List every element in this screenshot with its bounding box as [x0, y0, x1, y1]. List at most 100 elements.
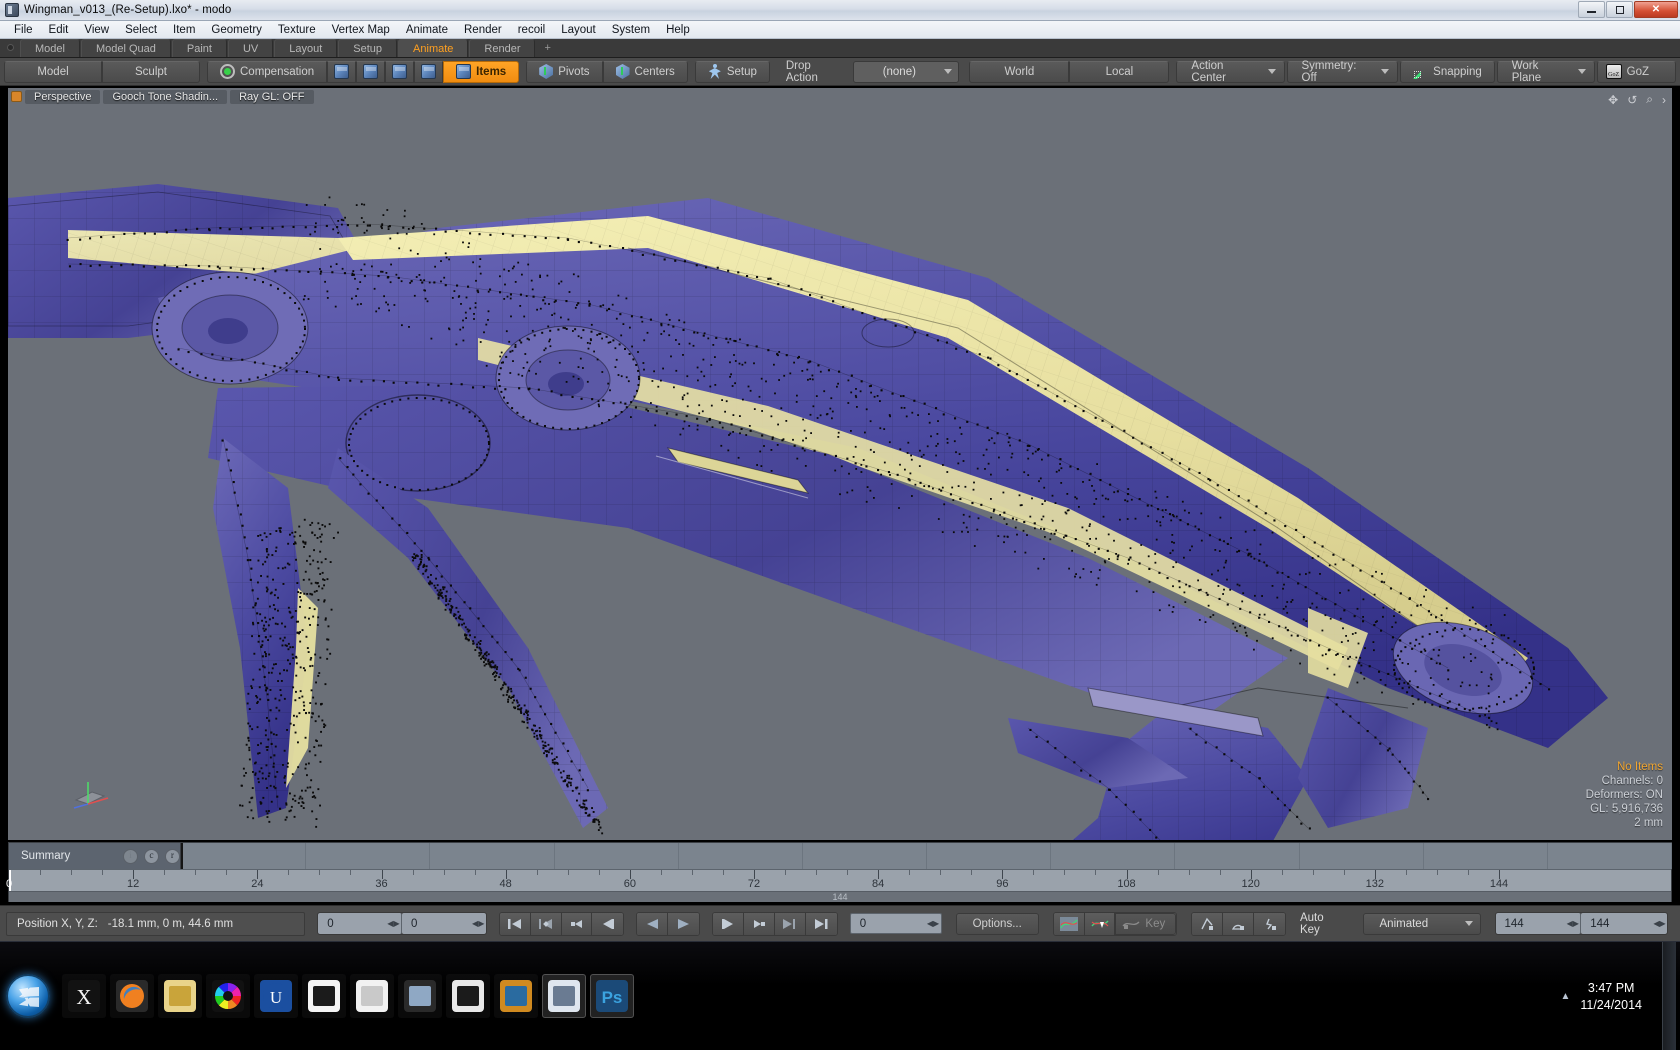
summary-c-button[interactable]: c	[144, 849, 159, 864]
vertices-mode-icon[interactable]	[327, 61, 356, 83]
timeline-playhead[interactable]	[181, 843, 183, 869]
options-button[interactable]: Options...	[956, 913, 1039, 935]
items-mode-button[interactable]: Items	[443, 61, 519, 83]
work-plane-dropdown[interactable]: Work Plane	[1497, 61, 1595, 83]
menu-item-animate[interactable]: Animate	[398, 23, 456, 37]
pivots-button[interactable]: Pivots	[526, 61, 602, 83]
image-viewer-icon[interactable]	[494, 974, 538, 1018]
photoshop-icon[interactable]: Ps	[590, 974, 634, 1018]
spinner-icon[interactable]: ◀▶	[386, 914, 401, 933]
layout-tab-setup[interactable]: Setup	[338, 39, 397, 57]
document-icon[interactable]	[350, 974, 394, 1018]
auto-key-label[interactable]: Auto Key	[1292, 912, 1355, 936]
menu-item-select[interactable]: Select	[117, 23, 165, 37]
add-layout-tab-button[interactable]: +	[536, 39, 558, 57]
zoom-view-icon[interactable]: ⌕	[1646, 92, 1653, 107]
maximize-button[interactable]	[1606, 1, 1633, 18]
set-key-icon[interactable]	[1085, 913, 1116, 935]
timeline-panel[interactable]: Summary i c r 12 24 36 48 60 72 84 96 108 120 132 1…	[8, 842, 1672, 902]
step-forward-key-icon[interactable]	[744, 913, 775, 935]
world-space-button[interactable]: World	[969, 61, 1069, 83]
centers-button[interactable]: Centers	[603, 61, 688, 83]
timeline-track[interactable]	[181, 843, 1671, 869]
timeline-summary-row[interactable]: Summary i c r	[9, 843, 181, 869]
play-forward-icon[interactable]	[668, 913, 699, 935]
menu-item-help[interactable]: Help	[658, 23, 698, 37]
modo-icon[interactable]	[542, 974, 586, 1018]
menu-item-recoil[interactable]: recoil	[510, 23, 553, 37]
menu-item-edit[interactable]: Edit	[41, 23, 77, 37]
close-button[interactable]: ✕	[1634, 1, 1678, 18]
model-mode-button[interactable]: Model	[4, 61, 102, 83]
frame-field-b[interactable]: 0 ◀▶	[402, 913, 486, 934]
step-back-frame-icon[interactable]	[592, 913, 623, 935]
previous-key-icon[interactable]	[531, 913, 562, 935]
compensation-button[interactable]: Compensation	[207, 61, 327, 83]
xnormal-icon[interactable]: X	[62, 974, 106, 1018]
menu-item-system[interactable]: System	[604, 23, 658, 37]
local-space-button[interactable]: Local	[1069, 61, 1169, 83]
spinner-icon[interactable]: ◀▶	[471, 914, 486, 933]
key-button[interactable]: Key	[1115, 913, 1176, 935]
go-to-start-icon[interactable]	[500, 913, 531, 935]
frame-field-c[interactable]: 0 ◀▶	[850, 913, 942, 934]
viewport-raygl-label[interactable]: Ray GL: OFF	[230, 90, 313, 104]
timeline-cursor[interactable]: 0	[9, 870, 11, 891]
summary-i-button[interactable]: i	[123, 849, 138, 864]
edges-mode-icon[interactable]	[356, 61, 385, 83]
minimize-button[interactable]	[1578, 1, 1605, 18]
polygons-mode-icon[interactable]	[385, 61, 414, 83]
layout-tab-animate[interactable]: Animate	[398, 39, 468, 57]
viewport-options-icon[interactable]	[11, 91, 22, 102]
timeline-ruler[interactable]: 12 24 36 48 60 72 84 96 108 120 132 144 0	[9, 869, 1671, 891]
snapping-button[interactable]: Snapping	[1400, 61, 1495, 83]
animated-dropdown[interactable]: Animated	[1363, 913, 1481, 935]
key-channels-icon[interactable]	[1192, 913, 1223, 935]
frame-field-a[interactable]: 0 ◀▶	[318, 913, 402, 934]
goz-button[interactable]: GoZ GoZ	[1597, 61, 1676, 83]
step-forward-frame-icon[interactable]	[713, 913, 744, 935]
firefox-icon[interactable]	[110, 974, 154, 1018]
move-view-icon[interactable]: ✥	[1608, 93, 1618, 107]
menu-item-file[interactable]: File	[6, 23, 41, 37]
menu-item-vertex-map[interactable]: Vertex Map	[324, 23, 398, 37]
drop-action-select[interactable]: (none)	[853, 61, 959, 83]
viewport-shading-label[interactable]: Gooch Tone Shadin...	[103, 90, 227, 104]
windows-explorer-icon[interactable]	[158, 974, 202, 1018]
graph-editor-icon[interactable]	[1054, 913, 1085, 935]
layout-tab-render[interactable]: Render	[469, 39, 535, 57]
key-envelope-icon[interactable]	[1223, 913, 1254, 935]
menu-item-render[interactable]: Render	[456, 23, 510, 37]
layout-menu-knob-icon[interactable]	[0, 38, 20, 57]
color-wheel-icon[interactable]	[206, 974, 250, 1018]
menu-item-layout[interactable]: Layout	[553, 23, 604, 37]
rotate-view-icon[interactable]: ↺	[1627, 93, 1637, 107]
summary-r-button[interactable]: r	[165, 849, 180, 864]
menu-item-texture[interactable]: Texture	[270, 23, 324, 37]
mixamo-fuse-icon[interactable]	[302, 974, 346, 1018]
layout-tab-layout[interactable]: Layout	[274, 39, 337, 57]
spinner-icon[interactable]: ◀▶	[1652, 914, 1667, 933]
menu-item-item[interactable]: Item	[165, 23, 203, 37]
range-field-a[interactable]: 144 ◀▶	[1496, 913, 1582, 934]
start-orb[interactable]	[6, 974, 50, 1018]
go-to-end-icon[interactable]	[806, 913, 837, 935]
expand-view-icon[interactable]: ›	[1662, 93, 1666, 107]
spinner-icon[interactable]: ◀▶	[1565, 914, 1580, 933]
show-hidden-icons-arrow[interactable]: ▲	[1560, 991, 1570, 1002]
key-item-icon[interactable]	[1254, 913, 1285, 935]
menu-item-view[interactable]: View	[76, 23, 117, 37]
materials-mode-icon[interactable]	[414, 61, 443, 83]
action-center-dropdown[interactable]: Action Center	[1176, 61, 1284, 83]
show-desktop-button[interactable]	[1662, 942, 1676, 1050]
spinner-icon[interactable]: ◀▶	[926, 914, 941, 933]
taskbar-clock[interactable]: 3:47 PM 11/24/2014	[1580, 980, 1652, 1014]
layout-tab-uv[interactable]: UV	[228, 39, 273, 57]
range-field-b[interactable]: 144 ◀▶	[1581, 913, 1667, 934]
unreal-engine-icon[interactable]: U	[254, 974, 298, 1018]
layout-tab-model-quad[interactable]: Model Quad	[81, 39, 171, 57]
play-reverse-icon[interactable]	[637, 913, 668, 935]
symmetry-dropdown[interactable]: Symmetry: Off	[1287, 61, 1399, 83]
3d-viewport[interactable]: Perspective Gooch Tone Shadin... Ray GL:…	[8, 88, 1672, 840]
viewport-view-label[interactable]: Perspective	[25, 90, 100, 104]
